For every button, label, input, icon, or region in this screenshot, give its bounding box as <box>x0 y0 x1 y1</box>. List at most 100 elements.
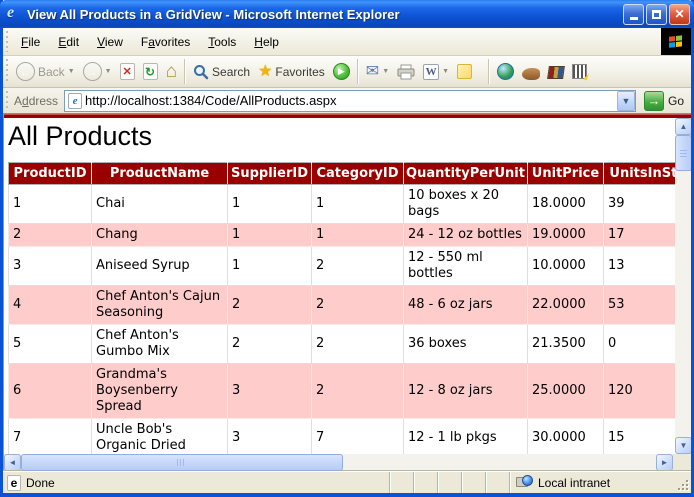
vertical-scroll-thumb[interactable] <box>675 135 691 171</box>
research-globe-button[interactable] <box>493 61 518 82</box>
menu-item-favorites[interactable]: Favorites <box>132 31 199 53</box>
table-cell: 12 - 8 oz jars <box>404 364 528 419</box>
favorites-button[interactable]: ★ Favorites <box>254 62 329 82</box>
scrollbar-corner <box>673 454 691 471</box>
media-button[interactable]: ▶ <box>329 61 354 82</box>
page-title: All Products <box>8 121 675 151</box>
addon-dog-button[interactable] <box>518 62 544 82</box>
edit-with-word-button[interactable]: W ▼ <box>419 62 453 82</box>
table-cell: 10 boxes x 20 bags <box>404 185 528 224</box>
refresh-button[interactable]: ↻ <box>139 61 162 82</box>
table-cell: 12 - 1 lb pkgs <box>404 419 528 455</box>
refresh-icon: ↻ <box>143 63 158 80</box>
menubar-grip[interactable] <box>4 31 11 52</box>
search-button[interactable]: Search <box>189 62 254 82</box>
column-header-quantityperunit: QuantityPerUnit <box>404 163 528 185</box>
table-cell: Chai <box>92 185 228 224</box>
address-label: Address <box>14 94 58 108</box>
horizontal-scroll-track[interactable] <box>343 454 656 471</box>
page-ie-icon: e <box>68 93 82 109</box>
table-cell: 5 <box>9 325 92 364</box>
menu-item-edit[interactable]: Edit <box>49 31 88 53</box>
discuss-note-icon <box>457 64 472 79</box>
home-button[interactable]: ⌂ <box>162 60 181 83</box>
print-icon <box>397 64 415 80</box>
status-text: Done <box>26 476 55 490</box>
table-cell: 1 <box>9 185 92 224</box>
address-dropdown-button[interactable]: ▼ <box>617 91 635 111</box>
table-cell: 7 <box>312 419 404 455</box>
toolbar-grip[interactable] <box>4 59 11 84</box>
table-cell: 2 <box>312 247 404 286</box>
security-zone-pane: Local intranet <box>509 472 677 493</box>
horizontal-scrollbar[interactable]: ◄ ► <box>3 454 691 471</box>
addressbar-grip[interactable] <box>4 91 11 110</box>
windows-flag-icon <box>669 35 683 48</box>
close-icon: ✕ <box>674 8 684 20</box>
grid-header-row: ProductIDProductNameSupplierIDCategoryID… <box>9 163 676 185</box>
scroll-right-button[interactable]: ► <box>656 454 673 471</box>
browser-viewport: All Products ProductIDProductNameSupplie… <box>3 114 691 454</box>
stop-button[interactable]: ✕ <box>116 61 139 82</box>
media-icon: ▶ <box>333 63 350 80</box>
table-cell: 10.0000 <box>528 247 604 286</box>
table-cell: 2 <box>312 325 404 364</box>
resize-grip[interactable] <box>677 472 691 493</box>
browser-window: e View All Products in a GridView - Micr… <box>0 0 694 497</box>
table-cell: Aniseed Syrup <box>92 247 228 286</box>
back-dropdown-icon[interactable]: ▼ <box>68 68 75 75</box>
forward-dropdown-icon[interactable]: ▼ <box>105 68 112 75</box>
globe-magnifier-icon <box>497 63 514 80</box>
table-row: 7Uncle Bob's Organic Dried3712 - 1 lb pk… <box>9 419 676 455</box>
go-button[interactable]: → Go <box>641 90 687 112</box>
scroll-left-button[interactable]: ◄ <box>4 454 21 471</box>
standard-toolbar: ← Back ▼ → ▼ ✕ ↻ ⌂ Search ★ Favorites ▶ … <box>3 56 691 88</box>
discuss-button[interactable] <box>453 62 476 81</box>
scroll-up-button[interactable]: ▲ <box>675 118 691 135</box>
back-button[interactable]: ← Back ▼ <box>12 60 79 83</box>
mail-icon: ✉ <box>366 64 379 80</box>
addon-code-button[interactable] <box>568 62 591 81</box>
table-cell: 1 <box>312 185 404 224</box>
table-cell: 17 <box>604 224 676 247</box>
menu-item-tools[interactable]: Tools <box>199 31 245 53</box>
menu-item-help[interactable]: Help <box>245 31 288 53</box>
vertical-scrollbar[interactable]: ▲ ▼ <box>675 118 691 454</box>
minimize-button[interactable] <box>623 4 644 25</box>
mail-dropdown-icon[interactable]: ▼ <box>382 68 389 75</box>
table-cell: 13 <box>604 247 676 286</box>
maximize-button[interactable] <box>646 4 667 25</box>
table-cell: 1 <box>228 185 312 224</box>
forward-button[interactable]: → ▼ <box>79 60 116 83</box>
title-bar: e View All Products in a GridView - Micr… <box>0 0 694 28</box>
table-cell: 3 <box>228 419 312 455</box>
research-books-button[interactable] <box>544 62 568 81</box>
table-cell: 22.0000 <box>528 286 604 325</box>
back-arrow-icon: ← <box>16 62 35 81</box>
status-bar: e Done Local intranet <box>3 471 691 493</box>
menu-bar: FileEditViewFavoritesToolsHelp <box>3 28 691 56</box>
table-cell: 30.0000 <box>528 419 604 455</box>
page-area: All Products ProductIDProductNameSupplie… <box>4 118 675 454</box>
window-title: View All Products in a GridView - Micros… <box>27 7 623 22</box>
table-cell: Grandma's Boysenberry Spread <box>92 364 228 419</box>
menu-item-view[interactable]: View <box>88 31 132 53</box>
address-input[interactable] <box>85 92 617 110</box>
vertical-scroll-track[interactable] <box>675 171 691 437</box>
print-button[interactable] <box>393 62 419 82</box>
close-button[interactable]: ✕ <box>669 4 690 25</box>
favorites-label: Favorites <box>275 65 324 79</box>
table-cell: Uncle Bob's Organic Dried <box>92 419 228 455</box>
horizontal-scroll-thumb[interactable] <box>21 454 343 471</box>
minimize-icon <box>630 17 638 20</box>
table-cell: 25.0000 <box>528 364 604 419</box>
scroll-down-button[interactable]: ▼ <box>675 437 691 454</box>
table-row: 1Chai1110 boxes x 20 bags18.000039 <box>9 185 676 224</box>
table-cell: 2 <box>228 286 312 325</box>
edit-dropdown-icon[interactable]: ▼ <box>442 68 449 75</box>
menu-item-file[interactable]: File <box>12 31 49 53</box>
table-cell: 2 <box>9 224 92 247</box>
table-cell: 48 - 6 oz jars <box>404 286 528 325</box>
stop-icon: ✕ <box>120 63 135 80</box>
mail-button[interactable]: ✉ ▼ <box>362 62 393 82</box>
